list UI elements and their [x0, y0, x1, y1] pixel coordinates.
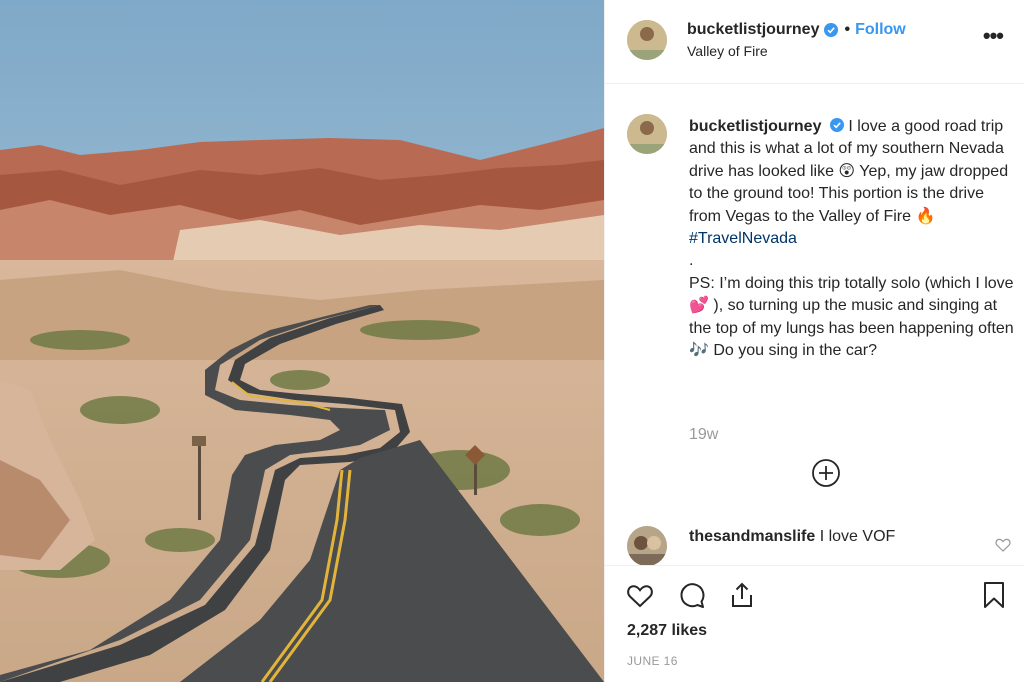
header-separator: • — [844, 21, 851, 38]
comment-text: thesandmanslife I love VOF — [689, 528, 895, 546]
like-heart-icon[interactable] — [625, 580, 655, 610]
more-options-icon[interactable]: ••• — [983, 25, 1004, 47]
hashtag-link[interactable]: #TravelNevada — [689, 230, 797, 247]
caption-username[interactable]: bucketlistjourney — [689, 118, 821, 135]
load-more-comments-icon[interactable] — [811, 458, 841, 488]
verified-badge-icon — [829, 118, 844, 132]
avatar[interactable] — [627, 114, 667, 154]
comment-username[interactable]: thesandmanslife — [689, 528, 815, 545]
avatar[interactable] — [627, 20, 667, 60]
post-timestamp[interactable]: 19w — [689, 426, 718, 444]
fire-emoji-icon: 🔥 — [915, 207, 936, 225]
follow-button[interactable]: Follow — [855, 21, 906, 39]
avatar-image — [627, 20, 667, 60]
caption-text: bucketlistjourney I love a good road tri… — [689, 116, 1019, 362]
likes-count[interactable]: 2,287 likes — [627, 622, 707, 640]
save-bookmark-icon[interactable] — [979, 580, 1009, 610]
two-hearts-emoji-icon: 💕 — [689, 297, 709, 315]
verified-badge-icon — [824, 23, 839, 37]
header-line: bucketlistjourney • Follow — [687, 21, 906, 39]
post-side-panel: bucketlistjourney • Follow Valley of Fir… — [604, 0, 1024, 682]
caption-text-part: ), so turning up the music and singing a… — [689, 297, 1014, 337]
comment-bubble-icon[interactable] — [677, 580, 707, 610]
caption-dot-line: . — [689, 252, 694, 270]
avatar-image — [627, 114, 667, 154]
music-notes-emoji-icon: 🎶 — [689, 342, 709, 360]
post-photo[interactable] — [0, 0, 604, 682]
caption-text-part: Do you sing in the car? — [708, 342, 878, 360]
location-link[interactable]: Valley of Fire — [687, 43, 768, 59]
post-actions: 2,287 likes JUNE 16 — [605, 565, 1024, 682]
post-header: bucketlistjourney • Follow Valley of Fir… — [605, 0, 1024, 84]
comment-row: thesandmanslife I love VOF — [605, 520, 1024, 566]
astonished-emoji-icon: 😲 — [838, 162, 856, 180]
avatar[interactable] — [627, 526, 667, 566]
comment-body: I love VOF — [815, 528, 896, 545]
username-link[interactable]: bucketlistjourney — [687, 21, 819, 39]
comment-like-heart-icon[interactable] — [995, 538, 1011, 552]
road-photo-illustration — [0, 0, 604, 682]
post-date: JUNE 16 — [627, 654, 678, 668]
caption-text-part: PS: I’m doing this trip totally solo (wh… — [689, 274, 1014, 292]
share-upload-icon[interactable] — [727, 580, 757, 610]
avatar-image — [627, 526, 667, 566]
